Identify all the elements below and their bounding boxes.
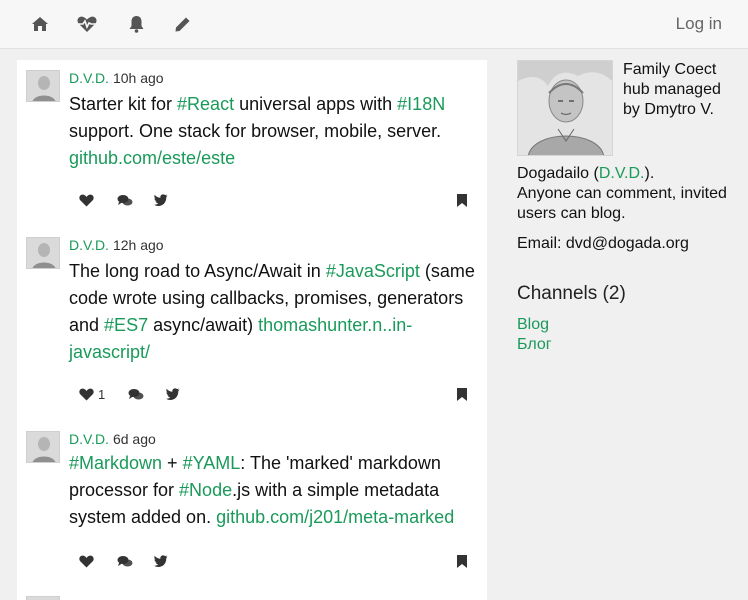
post-meta: D.V.D. 10h ago xyxy=(69,70,164,86)
author-avatar[interactable] xyxy=(26,596,60,600)
hashtag-link[interactable]: #Node xyxy=(179,480,232,500)
login-link[interactable]: Log in xyxy=(676,14,722,34)
about-text: Anyone can comment, invited users can bl… xyxy=(517,185,727,222)
hashtag-link[interactable]: #Markdown xyxy=(69,453,162,473)
hashtag-link[interactable]: #JavaScript xyxy=(326,261,420,281)
home-icon[interactable] xyxy=(30,14,50,34)
post-meta: D.V.D. 12h ago xyxy=(69,237,164,253)
post-text: The long road to Async/Await in #JavaScr… xyxy=(69,258,484,366)
comment-button[interactable] xyxy=(117,191,133,209)
twitter-icon xyxy=(154,555,168,567)
bookmark-button[interactable] xyxy=(457,552,467,570)
twitter-icon xyxy=(166,388,180,400)
bookmark-button[interactable] xyxy=(457,191,467,209)
external-link[interactable]: github.com/j201/meta-marked xyxy=(216,507,454,527)
post-text-segment: The long road to Async/Await in xyxy=(69,261,326,281)
like-count: 1 xyxy=(98,386,106,402)
comments-icon xyxy=(117,555,133,566)
author-link[interactable]: D.V.D. xyxy=(69,70,109,86)
comment-button[interactable] xyxy=(128,385,144,403)
post-text: Starter kit for #React universal apps wi… xyxy=(69,91,484,172)
post-text-segment: support. One stack for browser, mobile, … xyxy=(69,121,442,141)
hub-caption: Family Coect hub managed by Dmytro V. xyxy=(623,61,721,118)
tweet-button[interactable] xyxy=(154,191,168,209)
hashtag-link[interactable]: #YAML xyxy=(183,453,241,473)
heart-icon xyxy=(79,555,94,567)
owner-suffix: ). xyxy=(644,165,655,182)
comments-icon xyxy=(117,194,133,205)
channel-link-blog-cyrillic[interactable]: Блог xyxy=(517,336,552,354)
post-time[interactable]: 12h ago xyxy=(113,237,164,253)
hub-about: Dogadailo (D.V.D.). Anyone can comment, … xyxy=(517,164,737,224)
author-avatar[interactable] xyxy=(26,237,60,269)
author-link[interactable]: D.V.D. xyxy=(69,237,109,253)
pencil-icon[interactable] xyxy=(172,14,192,34)
post-text-segment: async/await) xyxy=(148,315,259,335)
post-actions xyxy=(17,552,487,572)
post-text: #Markdown + #YAML: The 'marked' markdown… xyxy=(69,450,484,531)
top-navbar: Log in xyxy=(0,0,748,49)
hashtag-link[interactable]: #ES7 xyxy=(104,315,148,335)
bookmark-icon xyxy=(457,193,467,207)
like-button[interactable]: 1 xyxy=(79,385,105,403)
tweet-button[interactable] xyxy=(154,552,168,570)
author-avatar[interactable] xyxy=(26,70,60,102)
heartbeat-icon[interactable] xyxy=(77,14,97,34)
owner-link[interactable]: D.V.D. xyxy=(599,165,645,182)
channels-heading: Channels (2) xyxy=(517,283,626,304)
comment-button[interactable] xyxy=(117,552,133,570)
owner-photo xyxy=(517,60,613,156)
post-text-segment: + xyxy=(162,453,183,473)
post-feed: D.V.D. 10h ago Starter kit for #React uni… xyxy=(17,60,487,600)
owner-prefix: Dogadailo ( xyxy=(517,165,599,182)
like-button[interactable] xyxy=(79,191,98,209)
hashtag-link[interactable]: #React xyxy=(177,94,234,114)
external-link[interactable]: github.com/este/este xyxy=(69,148,235,168)
bookmark-icon xyxy=(457,387,467,401)
twitter-icon xyxy=(154,194,168,206)
post-actions xyxy=(17,191,487,211)
hashtag-link[interactable]: #I18N xyxy=(397,94,445,114)
like-button[interactable] xyxy=(79,552,98,570)
heart-icon xyxy=(79,194,94,206)
heart-icon xyxy=(79,388,94,400)
author-link[interactable]: D.V.D. xyxy=(69,431,109,447)
tweet-button[interactable] xyxy=(166,385,180,403)
post-time[interactable]: 10h ago xyxy=(113,70,164,86)
post-time[interactable]: 6d ago xyxy=(113,431,156,447)
post-actions: 1 xyxy=(17,385,487,405)
bookmark-button[interactable] xyxy=(457,385,467,403)
post-meta: D.V.D. 6d ago xyxy=(69,431,156,447)
comments-icon xyxy=(128,388,144,399)
author-avatar[interactable] xyxy=(26,431,60,463)
bell-icon[interactable] xyxy=(126,14,146,34)
post-text-segment: Starter kit for xyxy=(69,94,178,114)
bookmark-icon xyxy=(457,554,467,568)
contact-email: Email: dvd@dogada.org xyxy=(517,235,689,252)
post-text-segment: universal apps with xyxy=(234,94,398,114)
channel-link-blog[interactable]: Blog xyxy=(517,316,549,334)
